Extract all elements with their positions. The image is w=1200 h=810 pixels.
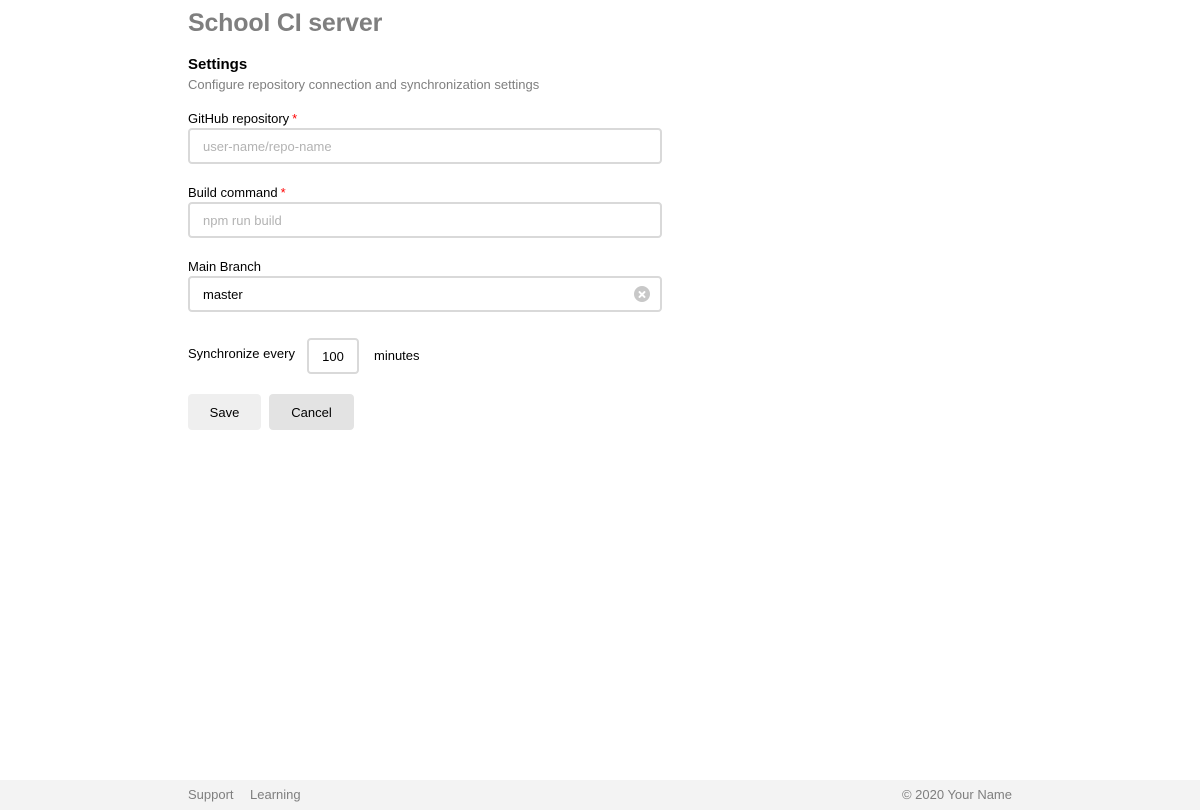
required-mark: * — [280, 185, 286, 200]
build-command-label-text: Build command — [188, 185, 278, 200]
required-mark: * — [292, 111, 298, 126]
settings-subtitle: Configure repository connection and sync… — [188, 77, 540, 92]
repository-label-text: GitHub repository — [188, 111, 290, 126]
sync-unit: minutes — [374, 348, 420, 363]
settings-title: Settings — [188, 56, 248, 73]
sync-interval-input[interactable] — [307, 338, 359, 374]
cancel-button[interactable]: Cancel — [269, 394, 354, 430]
main-branch-label: Main Branch — [188, 259, 261, 274]
clear-icon[interactable] — [634, 286, 650, 302]
app-title: School CI server — [188, 9, 383, 37]
main-branch-input[interactable] — [188, 276, 662, 312]
save-button[interactable]: Save — [188, 394, 261, 430]
build-command-input[interactable] — [188, 202, 662, 238]
footer-link-learning[interactable]: Learning — [250, 787, 301, 802]
footer: Support Learning © 2020 Your Name — [0, 780, 1200, 810]
footer-copyright: © 2020 Your Name — [901, 787, 1012, 802]
repository-input[interactable] — [188, 128, 662, 164]
sync-label: Synchronize every — [188, 346, 295, 361]
build-command-label: Build command * — [188, 185, 286, 200]
footer-link-support[interactable]: Support — [188, 787, 234, 802]
repository-label: GitHub repository * — [188, 111, 297, 126]
